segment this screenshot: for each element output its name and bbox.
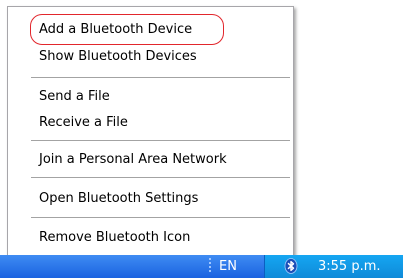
menu-item-open-settings[interactable]: Open Bluetooth Settings (39, 191, 198, 207)
language-indicator[interactable]: EN (219, 259, 237, 274)
menu-separator (31, 77, 290, 78)
menu-item-send-file[interactable]: Send a File (39, 89, 110, 105)
toolbar-grip[interactable] (209, 258, 213, 274)
menu-item-remove-icon[interactable]: Remove Bluetooth Icon (39, 230, 190, 246)
menu-separator (31, 140, 290, 141)
menu-separator (31, 217, 290, 218)
menu-item-show-devices[interactable]: Show Bluetooth Devices (39, 49, 197, 65)
menu-item-join-network[interactable]: Join a Personal Area Network (39, 152, 227, 168)
menu-separator (31, 177, 290, 178)
menu-item-receive-file[interactable]: Receive a File (39, 115, 128, 131)
clock[interactable]: 3:55 p.m. (318, 259, 381, 274)
menu-item-add-device[interactable]: Add a Bluetooth Device (39, 22, 192, 38)
bluetooth-context-menu: Add a Bluetooth Device Show Bluetooth De… (7, 6, 294, 258)
bluetooth-icon[interactable] (283, 258, 299, 274)
